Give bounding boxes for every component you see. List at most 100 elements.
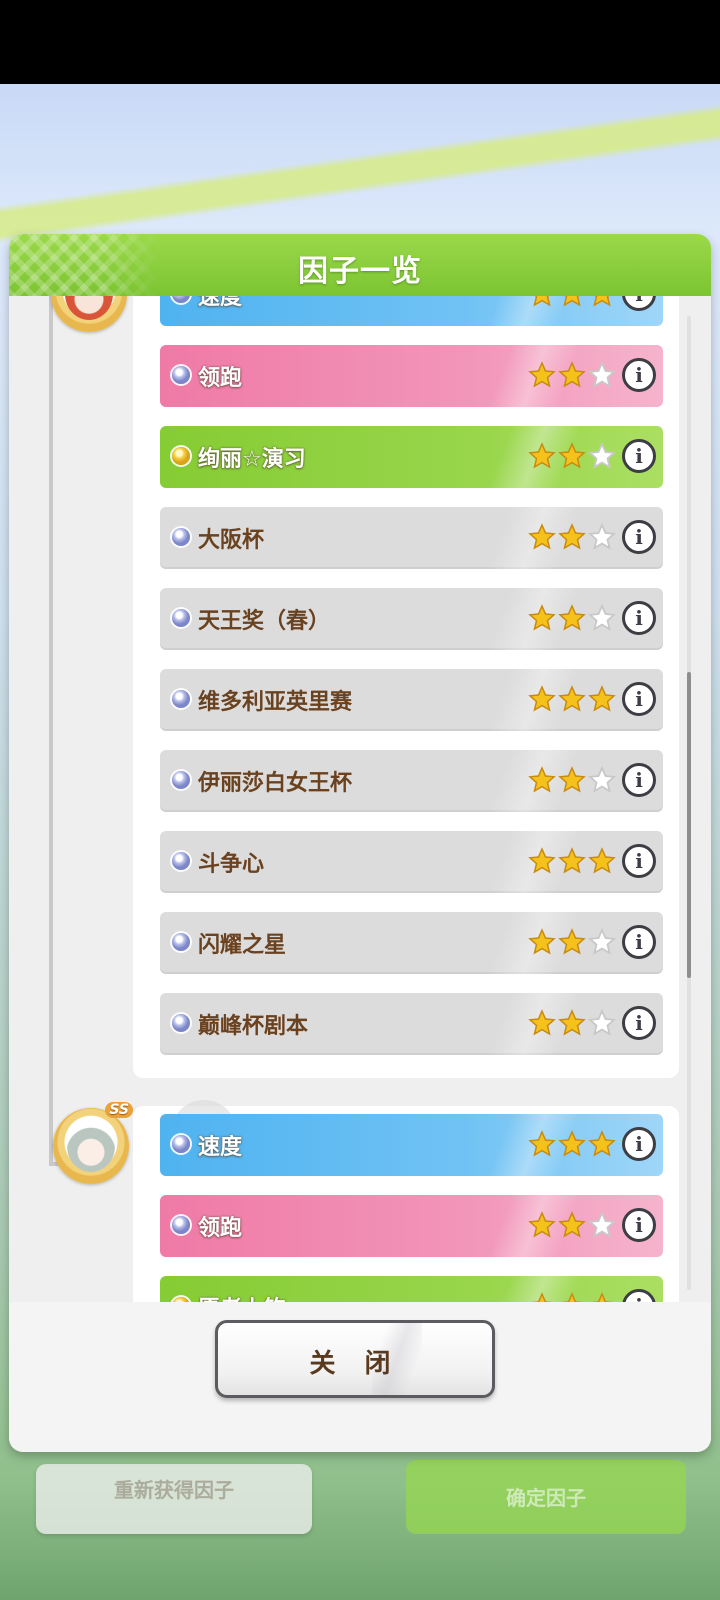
- factor-row[interactable]: 斗争心 i: [160, 831, 663, 893]
- star-filled-icon: [558, 685, 586, 713]
- info-icon[interactable]: i: [622, 358, 656, 392]
- status-bar: [0, 0, 720, 84]
- confirm-factor-label: 确定因子: [506, 1486, 586, 1510]
- factor-label: 速度: [198, 1135, 243, 1160]
- info-icon[interactable]: i: [622, 1127, 656, 1161]
- silver-factor-orb-icon: [172, 609, 190, 627]
- star-filled-icon: [558, 766, 586, 794]
- star-filled-icon: [558, 1009, 586, 1037]
- scrollbar-thumb[interactable]: [687, 672, 691, 978]
- factor-label: 领跑: [198, 366, 243, 391]
- factor-row[interactable]: 速度 i: [160, 1114, 663, 1176]
- silver-factor-orb-icon: [172, 366, 190, 384]
- star-filled-icon: [528, 361, 556, 389]
- factor-row[interactable]: 速度 i: [160, 296, 663, 326]
- silver-factor-orb-icon: [172, 852, 190, 870]
- dialog-title: 因子一览: [298, 254, 422, 289]
- character-face-1: [65, 296, 113, 320]
- reacquire-factor-button-bg: 重新获得因子: [36, 1464, 312, 1534]
- scrollbar-track[interactable]: [687, 316, 691, 1290]
- tree-connector-vertical: [49, 296, 53, 1166]
- star-filled-icon: [528, 847, 556, 875]
- factor-row[interactable]: 伊丽莎白女王杯 i: [160, 750, 663, 812]
- star-filled-icon: [588, 847, 616, 875]
- info-icon[interactable]: i: [622, 925, 656, 959]
- character-avatar-1[interactable]: [51, 296, 127, 332]
- factor-row[interactable]: 维多利亚英里赛 i: [160, 669, 663, 731]
- star-filled-icon: [558, 1130, 586, 1158]
- info-icon[interactable]: i: [622, 844, 656, 878]
- star-filled-icon: [528, 523, 556, 551]
- star-empty-icon: [587, 441, 617, 470]
- silver-factor-orb-icon: [172, 690, 190, 708]
- star-empty-icon: [587, 360, 617, 389]
- silver-factor-orb-icon: [172, 771, 190, 789]
- star-filled-icon: [528, 296, 556, 308]
- character-face-2: [67, 1120, 115, 1172]
- star-filled-icon: [558, 1211, 586, 1239]
- star-empty-icon: [587, 1008, 617, 1037]
- info-icon[interactable]: i: [622, 763, 656, 797]
- star-filled-icon: [528, 685, 556, 713]
- info-icon[interactable]: i: [622, 682, 656, 716]
- star-filled-icon: [558, 604, 586, 632]
- info-icon[interactable]: i: [622, 1208, 656, 1242]
- close-button[interactable]: 关 闭: [215, 1320, 495, 1398]
- info-icon[interactable]: i: [622, 520, 656, 554]
- star-filled-icon: [588, 1130, 616, 1158]
- star-filled-icon: [528, 928, 556, 956]
- star-filled-icon: [528, 1211, 556, 1239]
- info-icon[interactable]: i: [622, 601, 656, 635]
- star-empty-icon: [587, 927, 617, 956]
- dialog-footer: 关 闭: [9, 1302, 711, 1452]
- star-empty-icon: [587, 522, 617, 551]
- reacquire-factor-label: 重新获得因子: [114, 1478, 234, 1502]
- factor-row[interactable]: 闪耀之星 i: [160, 912, 663, 974]
- factor-label: 闪耀之星: [198, 933, 287, 958]
- confirm-factor-button-bg: 确定因子: [406, 1460, 686, 1534]
- info-icon[interactable]: i: [622, 1006, 656, 1040]
- star-filled-icon: [558, 928, 586, 956]
- factor-row[interactable]: 大阪杯 i: [160, 507, 663, 569]
- factor-label: 维多利亚英里赛: [198, 690, 353, 715]
- star-filled-icon: [528, 1130, 556, 1158]
- factor-row[interactable]: 天王奖（春） i: [160, 588, 663, 650]
- factor-row[interactable]: 绚丽☆演习 i: [160, 426, 663, 488]
- silver-factor-orb-icon: [172, 296, 190, 303]
- factor-label: 天王奖（春）: [198, 609, 331, 634]
- star-filled-icon: [558, 361, 586, 389]
- star-filled-icon: [558, 296, 586, 308]
- factor-list-dialog: 因子一览 SS 速度i领跑i绚丽☆演习i大阪杯i天王奖（春）i维多利亚英里赛i伊…: [9, 234, 711, 1452]
- factor-label: 斗争心: [198, 852, 265, 877]
- star-filled-icon: [528, 1009, 556, 1037]
- star-filled-icon: [588, 685, 616, 713]
- dialog-header: 因子一览: [9, 234, 711, 296]
- star-filled-icon: [558, 442, 586, 470]
- silver-factor-orb-icon: [172, 1014, 190, 1032]
- factor-label: 绚丽☆演习: [198, 447, 306, 472]
- character-avatar-2[interactable]: SS: [53, 1102, 133, 1184]
- star-filled-icon: [558, 847, 586, 875]
- factor-label: 巅峰杯剧本: [198, 1014, 309, 1039]
- star-filled-icon: [528, 604, 556, 632]
- star-filled-icon: [528, 442, 556, 470]
- info-icon[interactable]: i: [622, 439, 656, 473]
- factor-scroll-list[interactable]: SS 速度i领跑i绚丽☆演习i大阪杯i天王奖（春）i维多利亚英里赛i伊丽莎白女王…: [9, 296, 711, 1340]
- factor-row[interactable]: 巅峰杯剧本 i: [160, 993, 663, 1055]
- star-filled-icon: [558, 523, 586, 551]
- rank-badge: SS: [105, 1102, 133, 1118]
- factor-row[interactable]: 领跑 i: [160, 1195, 663, 1257]
- gold-factor-orb-icon: [172, 447, 190, 465]
- silver-factor-orb-icon: [172, 1216, 190, 1234]
- factor-row[interactable]: 领跑 i: [160, 345, 663, 407]
- star-empty-icon: [587, 603, 617, 632]
- close-button-label: 关 闭: [309, 1349, 401, 1379]
- factor-label: 伊丽莎白女王杯: [198, 771, 353, 796]
- star-filled-icon: [588, 296, 616, 308]
- factor-label: 大阪杯: [198, 528, 265, 553]
- silver-factor-orb-icon: [172, 1135, 190, 1153]
- star-filled-icon: [528, 766, 556, 794]
- factor-label: 领跑: [198, 1216, 243, 1241]
- info-icon[interactable]: i: [622, 296, 656, 311]
- star-empty-icon: [587, 1210, 617, 1239]
